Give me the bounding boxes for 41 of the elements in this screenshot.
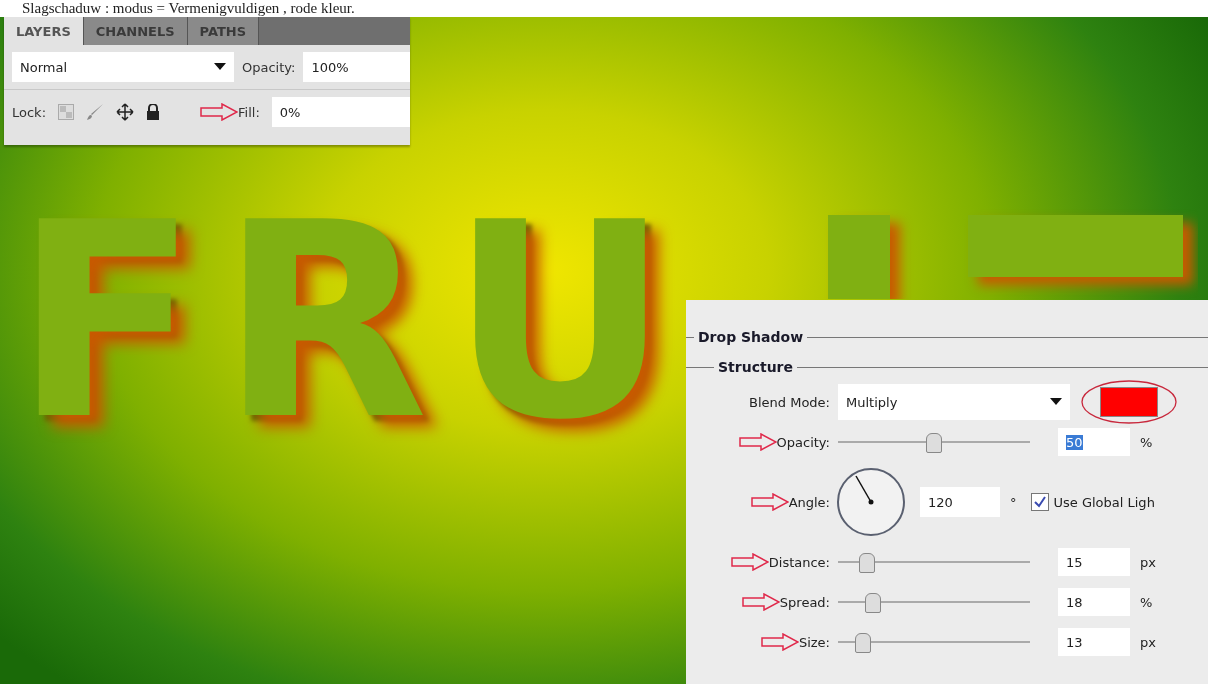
checkbox-label: Use Global Ligh [1053,494,1155,510]
blend-mode-dropdown[interactable]: Normal [12,52,234,82]
shadow-color-swatch[interactable] [1100,387,1158,417]
field-label: Size: [798,634,830,650]
angle-field[interactable]: 120 [920,487,1000,517]
field-label: Angle: [788,494,830,510]
opacity-label: Opacity: [242,59,296,75]
unit-label: % [1140,434,1153,450]
fill-label: Fill: [238,104,260,120]
checkbox[interactable] [1030,493,1049,511]
move-icon[interactable] [116,103,135,121]
opacity-field[interactable]: 100% [303,52,410,82]
field-label: Spread: [779,594,830,610]
lock-icon[interactable] [146,104,161,120]
fill-field[interactable]: 0% [271,97,410,127]
unit-label: px [1140,634,1156,650]
angle-dial[interactable] [836,467,906,537]
field-label: Opacity: [776,434,830,450]
value-field[interactable]: 50 [1058,428,1130,456]
lock-label: Lock: [12,104,47,120]
panel-tab[interactable]: LAYERS [4,17,84,45]
dialog-title: Drop Shadow [698,329,804,345]
degree-label: ° [1010,494,1017,510]
value-field[interactable]: 13 [1058,628,1130,656]
blend-mode-dropdown[interactable]: Multiply [838,384,1070,420]
slider-thumb[interactable] [926,433,942,453]
slider-thumb[interactable] [864,593,881,613]
unit-label: % [1140,594,1153,610]
section-title: Structure [718,359,793,375]
unit-label: px [1140,554,1156,570]
blend-mode-label: Blend Mode: [749,394,830,410]
caret-icon [1050,398,1062,406]
field-label: Distance: [768,554,830,570]
brush-icon[interactable] [86,103,105,121]
caret-icon [214,63,226,71]
slider-thumb[interactable] [858,553,875,573]
lock-transparency-icon[interactable] [58,104,75,120]
value-field[interactable]: 18 [1058,588,1130,616]
slider-thumb[interactable] [854,633,871,653]
value-field[interactable]: 15 [1058,548,1130,576]
caption-text: Slagschaduw : modus = Vermenigvuldigen , rode kleur. [21,0,356,17]
